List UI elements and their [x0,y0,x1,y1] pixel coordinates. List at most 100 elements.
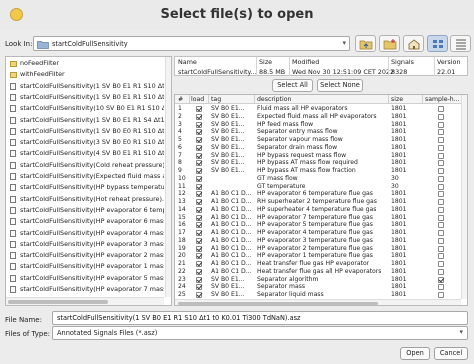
cancel-button[interactable]: Cancel [434,347,468,360]
file-list-item[interactable]: noFeedFilter [6,58,164,69]
sample-hold-checkbox[interactable] [438,276,444,283]
table-row[interactable]: 20 A1 B0 C1 D... HP evaporator 1 temperatu… [175,252,461,260]
sample-hold-checkbox[interactable] [438,137,444,143]
load-checkbox[interactable] [196,121,202,128]
file-list-item[interactable]: startColdFullSensitivity(1 SV B0 E1 R1 S… [6,115,164,126]
file-list-item[interactable]: startColdFullSensitivity(3 SV B0 E0 R1 S… [6,137,164,148]
signals-table[interactable]: # load tag description size sample-h... … [174,94,468,306]
table-row[interactable]: 11 GT temperature 30 [175,183,461,190]
load-checkbox[interactable] [196,160,202,167]
sample-hold-checkbox[interactable] [438,113,444,120]
table-row[interactable]: 15 A1 B0 C1 D... HP evaporator 7 temperatu… [175,214,461,221]
file-list-item[interactable]: startColdFullSensitivity(Hot reheat pres… [6,194,164,205]
select-none-button[interactable]: Select None [317,79,363,92]
file-list-item[interactable]: withFeedFilter [6,69,164,80]
table-row[interactable]: 19 A1 B0 C1 D... HP evaporator 2 temperatu… [175,245,461,252]
file-list-item[interactable]: startColdFullSensitivity(Expected fluid … [6,171,164,182]
load-checkbox[interactable] [196,106,202,112]
signals-horizontal-scrollbar[interactable] [175,299,461,305]
table-row[interactable]: 18 A1 B0 C1 D... HP evaporator 3 temperatu… [175,237,461,244]
file-name-input[interactable]: startColdFullSensitivity(1 SV B0 E1 R1 S… [52,311,468,325]
table-row[interactable]: 3 SV B0 E1... HP feed mass flow 1801 [175,121,461,128]
table-row[interactable]: 5 SV B0 E1... Separator vapour mass flow 18… [175,136,461,143]
table-row[interactable]: 23 SV B0 E1... Separator algorithm 1801 [175,276,461,283]
col-header-load[interactable]: load [191,96,204,103]
col-header-index[interactable]: # [178,96,183,103]
scroll-thumb[interactable] [178,302,378,305]
col-header-size[interactable]: size [391,96,403,103]
file-list-item[interactable]: startColdFullSensitivity(HP evaporator 3… [6,239,164,250]
table-row[interactable]: 6 SV B0 E1... Separator drain mass flow 180… [175,144,461,151]
col-header-description[interactable]: description [257,96,291,103]
file-list-item[interactable]: startColdFullSensitivity(HP evaporator 5… [6,273,164,284]
file-list-item[interactable]: startColdFullSensitivity(HP evaporator 6… [6,216,164,227]
load-checkbox[interactable] [196,137,202,143]
file-list-item[interactable]: startColdFullSensitivity(1 SV B0 E1 R1 S… [6,81,164,92]
load-checkbox[interactable] [196,199,202,205]
file-list-vertical-scrollbar[interactable] [165,57,171,297]
new-folder-button[interactable] [379,35,400,52]
table-row[interactable]: 9 SV B0 E1... HP bypass AT mass flow fract… [175,167,461,174]
load-checkbox[interactable] [196,276,202,283]
files-of-type-combo[interactable]: Annotated Signals Files (*.asz) ▾ [52,326,468,340]
table-row[interactable]: 12 A1 B0 C1 D... HP evaporator 6 temperatu… [175,190,461,198]
list-view-button[interactable] [427,35,448,52]
load-checkbox[interactable] [196,268,202,275]
sample-hold-checkbox[interactable] [438,175,444,182]
col-header-tag[interactable]: tag [211,96,221,103]
file-list-item[interactable]: startColdFullSensitivity(HP evaporator 4… [6,228,164,239]
up-folder-button[interactable] [355,35,376,52]
sample-hold-checkbox[interactable] [438,261,444,267]
sample-hold-checkbox[interactable] [438,144,444,151]
sample-hold-checkbox[interactable] [438,206,444,213]
scroll-thumb[interactable] [8,300,108,304]
load-checkbox[interactable] [196,222,202,229]
load-checkbox[interactable] [196,253,202,260]
sample-hold-checkbox[interactable] [438,292,444,298]
table-row[interactable]: 22 A1 B0 C1 D... Heat transfer flue gas al… [175,268,461,275]
table-row[interactable]: 10 GT mass flow 30 [175,175,461,182]
col-header-sample[interactable]: sample-h... [425,96,460,103]
look-in-combo[interactable]: startColdFullSensitivity ▾ [33,36,350,51]
sample-hold-checkbox[interactable] [438,268,444,275]
sample-hold-checkbox[interactable] [438,199,444,205]
sample-hold-checkbox[interactable] [438,129,444,136]
sample-hold-checkbox[interactable] [438,284,444,291]
sample-hold-checkbox[interactable] [438,214,444,221]
table-row[interactable]: 21 A1 B0 C1 D... Heat transfer flue gas HP… [175,260,461,267]
load-checkbox[interactable] [196,152,202,159]
load-checkbox[interactable] [196,183,202,190]
file-list-item[interactable]: startColdFullSensitivity(HP evaporator 2… [6,250,164,261]
sample-hold-checkbox[interactable] [438,253,444,260]
load-checkbox[interactable] [196,284,202,291]
load-checkbox[interactable] [196,144,202,151]
file-list-item[interactable]: startColdFullSensitivity(HP evaporator 7… [6,284,164,295]
load-checkbox[interactable] [196,230,202,236]
sample-hold-checkbox[interactable] [438,106,444,112]
file-list-item[interactable]: startColdFullSensitivity(10 SV B0 E1 R1 … [6,103,164,114]
signals-vertical-scrollbar[interactable] [461,95,467,299]
load-checkbox[interactable] [196,175,202,182]
table-row[interactable]: 2 SV B0 E1... Expected fluid mass all HP e… [175,113,461,120]
table-row[interactable]: 14 A1 B0 C1 D... HP superheater 4 temperat… [175,206,461,213]
table-row[interactable]: 17 A1 B0 C1 D... HP evaporator 4 temperatu… [175,229,461,236]
sample-hold-checkbox[interactable] [438,168,444,174]
details-view-button[interactable] [450,35,471,52]
open-button[interactable]: Open [400,347,430,360]
sample-hold-checkbox[interactable] [438,230,444,236]
sample-hold-checkbox[interactable] [438,152,444,159]
table-row[interactable]: 13 A1 B0 C1 D... RH superheater 2 temperat… [175,198,461,205]
file-list-item[interactable]: startColdFullSensitivity(1 SV B0 E0 R1 S… [6,126,164,137]
sample-hold-checkbox[interactable] [438,222,444,229]
table-row[interactable]: 25 SV B0 E1... Separator liquid mass 1801 [175,291,461,298]
select-all-button[interactable]: Select All [272,79,313,92]
load-checkbox[interactable] [196,113,202,120]
load-checkbox[interactable] [196,292,202,298]
load-checkbox[interactable] [196,261,202,267]
table-row[interactable]: 24 SV B0 E1... Separator mass 1801 [175,283,461,291]
load-checkbox[interactable] [196,237,202,244]
sample-hold-checkbox[interactable] [438,237,444,244]
file-list-item[interactable]: startColdFullSensitivity(HP evaporator 6… [6,205,164,216]
table-row[interactable]: 16 A1 B0 C1 D... HP evaporator 5 temperatu… [175,221,461,229]
home-button[interactable] [403,35,424,52]
